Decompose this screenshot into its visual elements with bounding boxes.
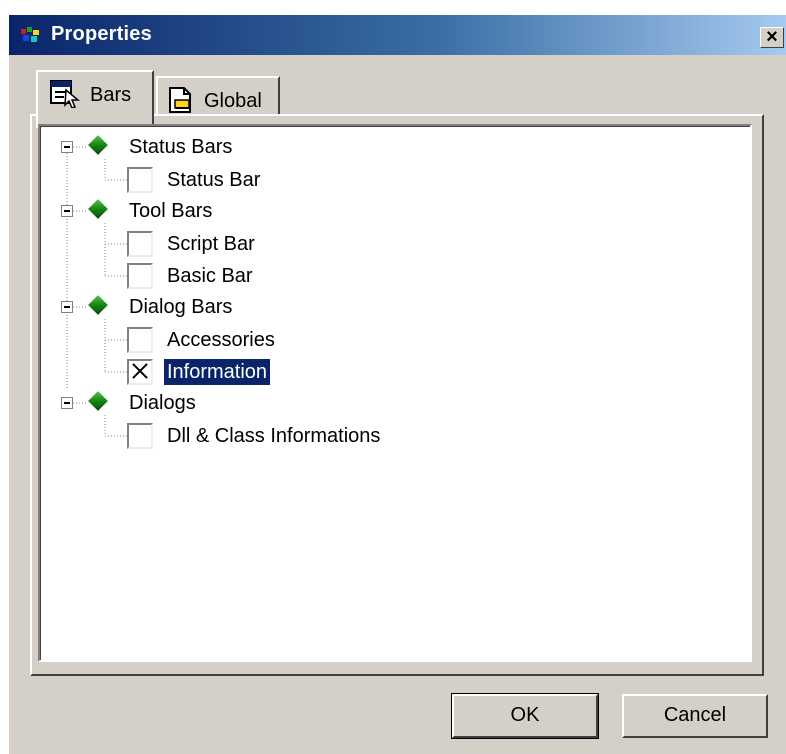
app-icon bbox=[21, 27, 39, 42]
group-label-status-bars[interactable]: Status Bars bbox=[126, 134, 235, 160]
tab-bars-label: Bars bbox=[90, 84, 132, 106]
title-bar[interactable]: Properties × bbox=[9, 15, 786, 55]
tab-global-label: Global bbox=[204, 90, 262, 112]
status-bars-collapse-toggle[interactable] bbox=[61, 141, 73, 153]
group-label-tool-bars[interactable]: Tool Bars bbox=[126, 198, 215, 224]
item-label-accessories[interactable]: Accessories bbox=[164, 327, 278, 353]
dialogs-collapse-toggle[interactable] bbox=[61, 397, 73, 409]
window-title: Properties bbox=[51, 23, 152, 45]
bars-icon bbox=[50, 80, 80, 108]
accessories-checkbox[interactable] bbox=[127, 327, 153, 353]
ok-button[interactable]: OK bbox=[451, 693, 599, 739]
global-icon bbox=[169, 87, 191, 113]
tab-bars[interactable]: Bars bbox=[36, 70, 154, 128]
item-label-basic-bar[interactable]: Basic Bar bbox=[164, 263, 256, 289]
bars-tree-view[interactable]: Status Bars Status Bar Tool Bars Script … bbox=[38, 124, 752, 662]
tool-bars-collapse-toggle[interactable] bbox=[61, 205, 73, 217]
close-button[interactable]: × bbox=[760, 27, 784, 48]
item-label-information[interactable]: Information bbox=[164, 359, 271, 385]
dll-class-informations-checkbox[interactable] bbox=[127, 423, 153, 449]
item-label-status-bar[interactable]: Status Bar bbox=[164, 167, 263, 193]
information-checkbox[interactable] bbox=[127, 359, 153, 385]
cancel-button[interactable]: Cancel bbox=[622, 694, 768, 738]
script-bar-checkbox[interactable] bbox=[127, 231, 153, 257]
group-label-dialog-bars[interactable]: Dialog Bars bbox=[126, 294, 235, 320]
item-label-dll-class-informations[interactable]: Dll & Class Informations bbox=[164, 423, 383, 449]
dialog-bars-collapse-toggle[interactable] bbox=[61, 301, 73, 313]
group-label-dialogs[interactable]: Dialogs bbox=[126, 390, 199, 416]
item-label-script-bar[interactable]: Script Bar bbox=[164, 231, 258, 257]
basic-bar-checkbox[interactable] bbox=[127, 263, 153, 289]
status-bar-checkbox[interactable] bbox=[127, 167, 153, 193]
